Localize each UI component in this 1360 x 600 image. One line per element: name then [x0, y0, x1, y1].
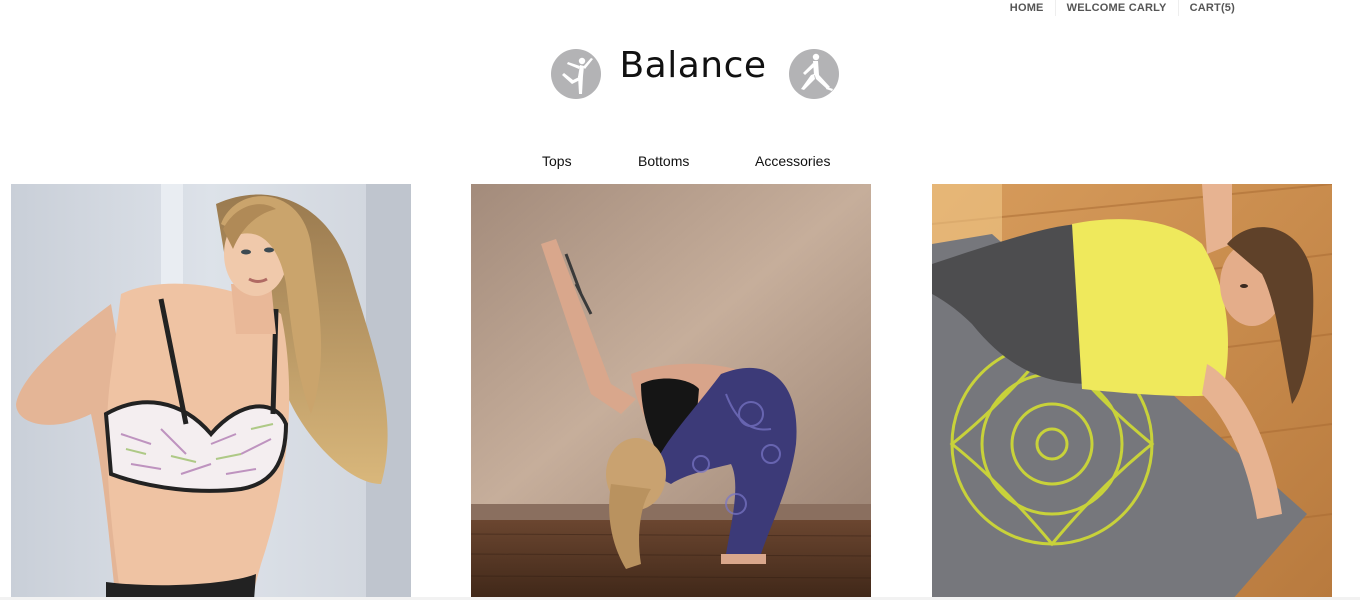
product-tile-tops[interactable] — [11, 184, 411, 600]
brand-header: Balance — [0, 44, 1360, 104]
home-link[interactable]: HOME — [999, 0, 1055, 16]
woman-stretching-in-black-top-and-paisley-leggings-photo — [471, 184, 871, 600]
product-tile-accessories[interactable] — [932, 184, 1332, 600]
category-navigation: Tops Bottoms Accessories — [0, 150, 1360, 172]
product-tile-bottoms[interactable] — [471, 184, 871, 600]
woman-in-yellow-tank-on-yoga-mat-photo — [932, 184, 1332, 600]
category-bottoms-link[interactable]: Bottoms — [638, 150, 689, 172]
welcome-user-link[interactable]: WELCOME CARLY — [1056, 0, 1178, 16]
woman-in-printed-sports-bra-photo — [11, 184, 411, 600]
top-navigation: HOME WELCOME CARLY CART(5) — [999, 0, 1246, 16]
category-tops-link[interactable]: Tops — [542, 150, 572, 172]
cart-link[interactable]: CART(5) — [1179, 0, 1246, 16]
yoga-dancer-pose-icon — [551, 49, 601, 99]
brand-title[interactable]: Balance — [600, 44, 786, 88]
yoga-bridge-pose-icon — [789, 49, 839, 99]
category-accessories-link[interactable]: Accessories — [755, 150, 830, 172]
